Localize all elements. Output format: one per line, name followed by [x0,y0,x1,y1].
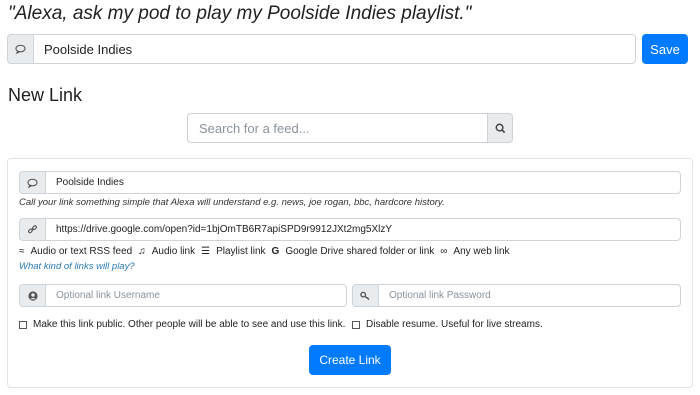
link-name-help: Call your link something simple that Ale… [19,197,445,208]
comment-icon [7,34,33,64]
link-name-group: Poolside Indies [19,171,681,194]
save-button[interactable]: Save [642,34,688,64]
public-checkbox-row: Make this link public. Other people will… [19,319,345,330]
link-type-playlist: Playlist link [216,246,266,257]
password-input[interactable]: Optional link Password [378,284,681,307]
playlist-name-input[interactable]: Poolside Indies [33,34,636,64]
page-heading: "Alexa, ask my pod to play my Poolside I… [8,3,472,24]
link-icon: ∞ [440,246,448,257]
resume-checkbox-row: Disable resume. Useful for live streams. [352,319,543,330]
link-types-list: ≈ Audio or text RSS feed ♫ Audio link ☰ Pla… [19,246,510,257]
search-button[interactable] [487,113,513,143]
user-icon [19,284,45,307]
list-icon: ☰ [201,246,211,257]
password-group: Optional link Password [352,284,681,307]
resume-checkbox[interactable] [352,320,360,329]
link-url-group: https://drive.google.com/open?id=1bjOmTB… [19,218,681,241]
link-name-input[interactable]: Poolside Indies [45,171,681,194]
top-playlist-input-group: Poolside Indies [7,34,636,64]
rss-icon: ≈ [19,246,25,257]
link-type-audio: Audio link [151,246,196,257]
link-type-web: Any web link [453,246,510,257]
link-url-input[interactable]: https://drive.google.com/open?id=1bjOmTB… [45,218,681,241]
link-type-drive: Google Drive shared folder or link [285,246,435,257]
key-icon [352,284,378,307]
username-group: Optional link Username [19,284,347,307]
music-icon: ♫ [138,246,146,257]
feed-search: Search for a feed... [187,113,513,143]
comment-icon [19,171,45,194]
create-link-button[interactable]: Create Link [309,345,391,375]
public-checkbox-label: Make this link public. Other people will… [33,319,346,330]
search-icon [495,123,505,133]
public-checkbox[interactable] [19,320,27,329]
link-icon [19,218,45,241]
username-input[interactable]: Optional link Username [45,284,347,307]
google-icon: G [271,246,280,257]
link-type-rss: Audio or text RSS feed [30,246,133,257]
search-input[interactable]: Search for a feed... [187,113,487,143]
resume-checkbox-label: Disable resume. Useful for live streams. [366,319,543,330]
section-title: New Link [8,85,83,105]
links-help-link[interactable]: What kind of links will play? [19,261,135,272]
